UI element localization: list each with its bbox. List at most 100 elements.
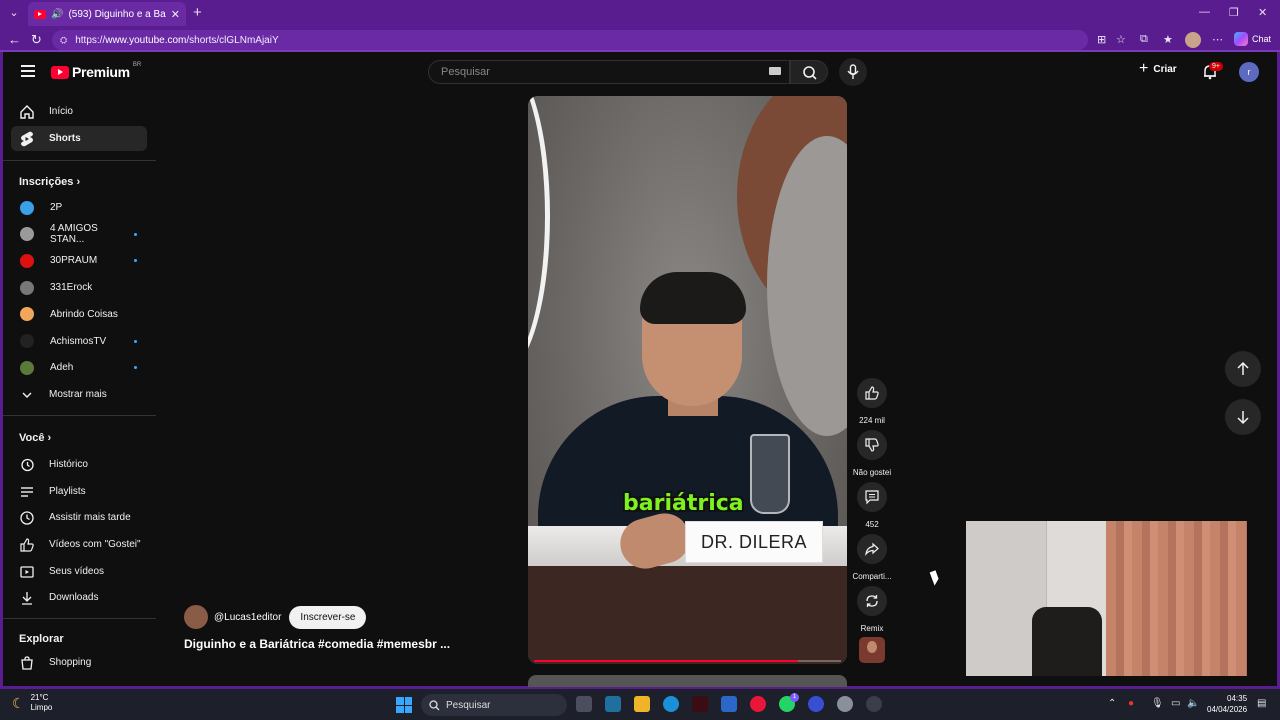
remix-label: Remix: [860, 624, 884, 633]
account-avatar[interactable]: r: [1239, 62, 1259, 82]
screen: ⌄ 🔊 (593) Diguinho e a Bariátrica ✕ + — …: [0, 0, 1280, 720]
sidebar-item-watch-later[interactable]: Assistir mais tarde: [11, 505, 147, 530]
show-more-label: Mostrar mais: [49, 389, 107, 400]
you-heading[interactable]: Você ›: [19, 432, 51, 444]
youtube-premium-logo[interactable]: Premium BR: [51, 62, 141, 80]
comments-action[interactable]: 452: [852, 482, 892, 529]
tray-app-icon[interactable]: ●: [1128, 698, 1134, 709]
audio-source-thumbnail[interactable]: [859, 637, 885, 663]
share-action[interactable]: Comparti...: [852, 534, 892, 581]
settings-icon[interactable]: [837, 696, 853, 712]
your-videos-icon: [17, 562, 37, 582]
copilot-chat-button[interactable]: Chat: [1234, 32, 1271, 46]
site-info-icon[interactable]: ⛭: [60, 35, 67, 46]
browser-profile-avatar[interactable]: [1185, 32, 1201, 48]
webcam-chair: [1032, 607, 1102, 676]
like-button[interactable]: [857, 378, 887, 408]
sidebar-subscription-item[interactable]: Adeh: [11, 355, 147, 380]
extensions-icon[interactable]: ⧉: [1140, 33, 1148, 46]
microphone-tray-icon[interactable]: 🎙: [1151, 698, 1164, 709]
sidebar-item-shorts[interactable]: Shorts: [11, 126, 147, 151]
channel-avatar: [20, 307, 34, 322]
next-short-button[interactable]: [1225, 399, 1261, 435]
favorite-star-icon[interactable]: ☆: [1116, 33, 1126, 46]
app-icon[interactable]: [866, 696, 882, 712]
sidebar-item-label: Abrindo Coisas: [50, 308, 118, 320]
url-text: https://www.youtube.com/shorts/clGLNmAja…: [75, 34, 279, 46]
favorites-icon[interactable]: ★: [1163, 33, 1173, 46]
speaker-icon[interactable]: 🔊: [51, 9, 63, 20]
restore-icon[interactable]: ❐: [1229, 6, 1239, 19]
notification-center-icon[interactable]: ▤: [1257, 698, 1266, 709]
search-button[interactable]: [790, 60, 828, 84]
search-input[interactable]: Pesquisar: [428, 60, 790, 84]
comments-button[interactable]: [857, 482, 887, 512]
sidebar-item-historico[interactable]: Histórico: [11, 452, 147, 477]
sidebar-subscription-item[interactable]: AchismosTV: [11, 329, 147, 354]
like-action[interactable]: 224 mil: [852, 378, 892, 425]
shopping-icon: [17, 653, 37, 673]
share-label: Comparti...: [852, 572, 892, 581]
sidebar-item-inicio[interactable]: Início: [11, 99, 147, 124]
shorts-video-player[interactable]: DR. DILERA bariátrica: [528, 96, 847, 664]
remix-button[interactable]: [857, 586, 887, 616]
edge-browser-icon[interactable]: [663, 696, 679, 712]
dislike-action[interactable]: Não gostei: [852, 430, 892, 477]
sidebar-subscription-item[interactable]: 30PRAUM: [11, 248, 147, 273]
chevron-right-icon: ›: [47, 432, 52, 444]
sidebar-subscription-item[interactable]: Abrindo Coisas: [11, 302, 147, 327]
keyboard-icon[interactable]: [769, 67, 781, 75]
more-menu-icon[interactable]: ⋯: [1212, 33, 1223, 46]
browser-tab-youtube[interactable]: 🔊 (593) Diguinho e a Bariátrica ✕: [28, 2, 186, 26]
show-more-button[interactable]: Mostrar mais: [11, 382, 147, 407]
app-available-icon[interactable]: ⊞: [1097, 33, 1106, 46]
previous-short-button[interactable]: [1225, 351, 1261, 387]
sidebar-subscription-item[interactable]: 4 AMIGOS STAN...: [11, 222, 147, 247]
clock[interactable]: 04:35 04/04/2026: [1207, 693, 1247, 715]
dislike-button[interactable]: [857, 430, 887, 460]
reload-icon[interactable]: ↻: [31, 32, 42, 48]
subscriptions-heading[interactable]: Inscrições ›: [19, 176, 80, 188]
start-button-icon[interactable]: [396, 697, 412, 713]
sidebar-item-your-videos[interactable]: Seus vídeos: [11, 559, 147, 584]
close-window-icon[interactable]: ✕: [1258, 6, 1267, 19]
sidebar-subscription-item[interactable]: 2P: [11, 195, 147, 220]
subscribe-button[interactable]: Inscrever-se: [289, 605, 367, 629]
short-title[interactable]: Diguinho e a Bariátrica #comedia #memesb…: [184, 637, 450, 651]
sidebar-item-shopping[interactable]: Shopping: [11, 650, 147, 675]
show-hidden-icons[interactable]: ⌃: [1108, 698, 1116, 709]
widgets-icon[interactable]: [605, 696, 621, 712]
voice-search-button[interactable]: [839, 58, 867, 86]
sidebar-item-label: Shopping: [49, 657, 92, 668]
app-icon[interactable]: [692, 696, 708, 712]
channel-handle-link[interactable]: @Lucas1editor: [214, 612, 281, 623]
sidebar-item-liked-videos[interactable]: Vídeos com "Gostei": [11, 532, 147, 557]
liked-icon: [17, 535, 37, 555]
address-field[interactable]: ⛭ https://www.youtube.com/shorts/clGLNmA…: [52, 30, 1088, 50]
sidebar-item-playlists[interactable]: Playlists: [11, 479, 147, 504]
divider: [3, 160, 156, 161]
network-icon[interactable]: ▭: [1171, 698, 1180, 709]
file-explorer-icon[interactable]: [634, 696, 650, 712]
media-player-icon[interactable]: [750, 696, 766, 712]
ea-app-icon[interactable]: [808, 696, 824, 712]
channel-avatar[interactable]: [184, 605, 208, 629]
next-short-preview[interactable]: [528, 675, 847, 687]
share-button[interactable]: [857, 534, 887, 564]
close-tab-icon[interactable]: ✕: [171, 8, 180, 21]
weather-widget[interactable]: ☾ 21°C Limpo: [12, 693, 52, 713]
back-icon[interactable]: ←: [8, 32, 21, 47]
channel-avatar: [20, 280, 34, 295]
menu-icon[interactable]: [21, 65, 35, 77]
volume-icon[interactable]: 🔈: [1187, 698, 1199, 709]
taskbar-search[interactable]: Pesquisar: [421, 694, 567, 716]
create-button[interactable]: + Criar: [1139, 61, 1177, 77]
task-view-icon[interactable]: [576, 696, 592, 712]
sidebar-item-downloads[interactable]: Downloads: [11, 585, 147, 610]
new-tab-button[interactable]: +: [193, 5, 202, 21]
tab-list-icon[interactable]: ⌄: [6, 5, 22, 21]
remix-action[interactable]: Remix: [852, 586, 892, 633]
microsoft-store-icon[interactable]: [721, 696, 737, 712]
sidebar-subscription-item[interactable]: 331Erock: [11, 275, 147, 300]
minimize-icon[interactable]: —: [1199, 6, 1210, 18]
